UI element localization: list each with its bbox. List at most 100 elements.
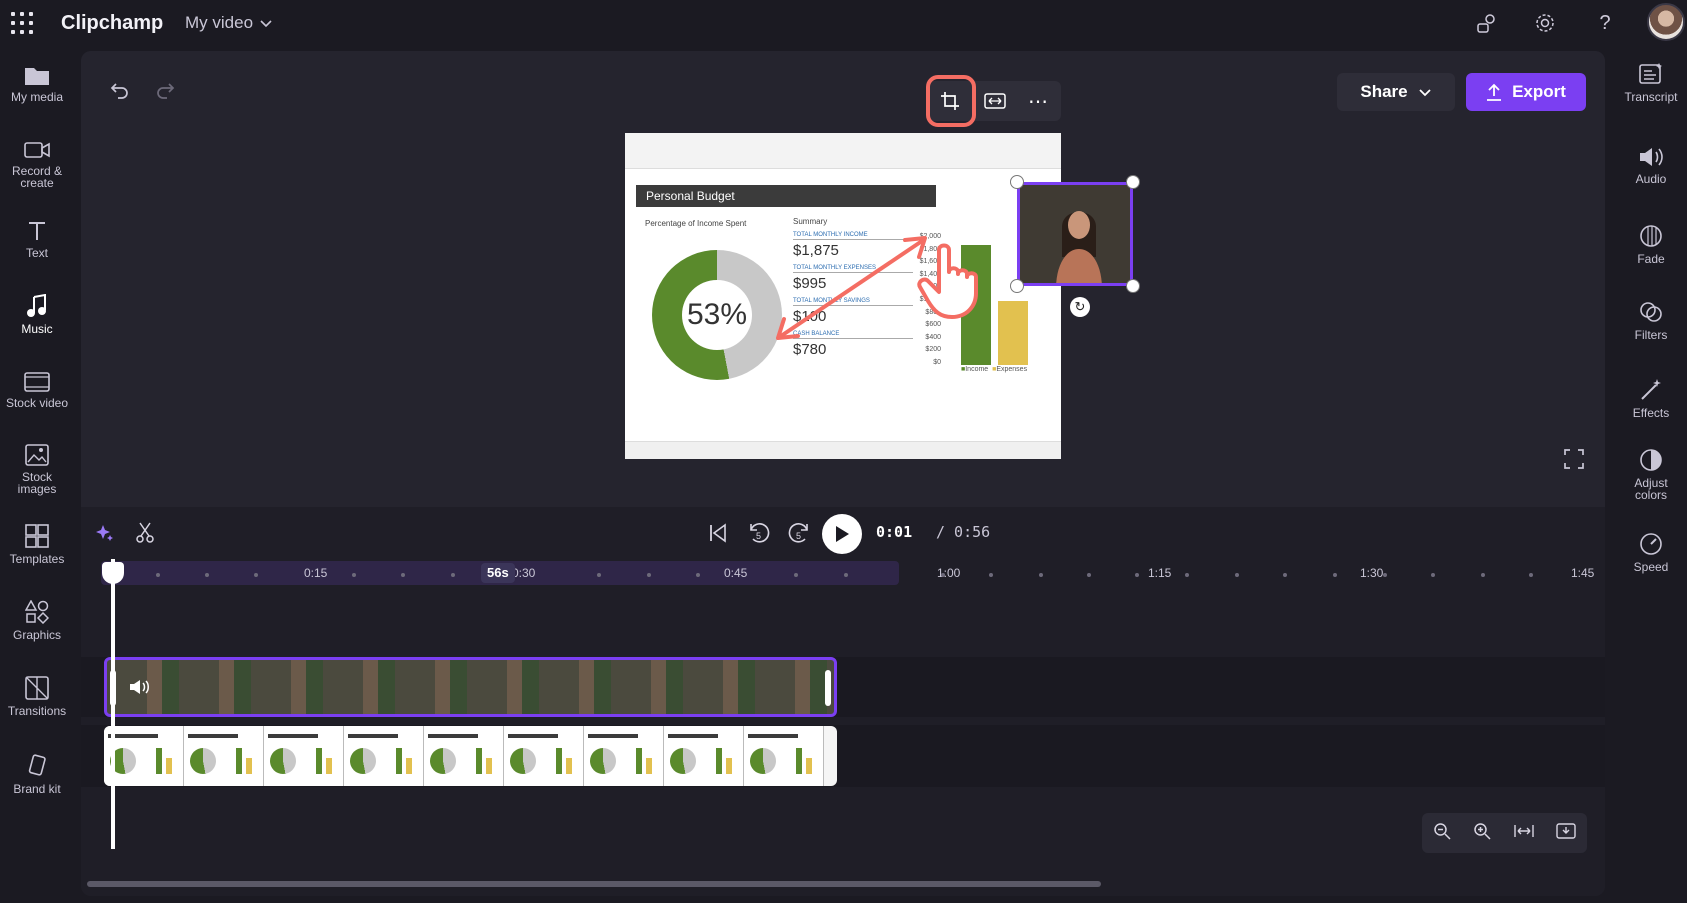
export-button[interactable]: Export (1466, 73, 1586, 111)
fit-button[interactable] (978, 85, 1012, 117)
transitions-icon (25, 676, 49, 700)
fade-icon (1640, 225, 1662, 247)
feedback-icon[interactable] (1474, 10, 1500, 36)
app-name: Clipchamp (61, 12, 164, 34)
settings-gear-icon[interactable] (1532, 10, 1558, 36)
sidebar-item-audio[interactable]: Audio (1614, 146, 1687, 185)
skip-back-icon[interactable] (708, 523, 728, 548)
zoom-in-icon[interactable] (1473, 822, 1491, 845)
play-button[interactable] (822, 514, 862, 554)
video-clip-selected[interactable] (104, 657, 837, 717)
volume-icon[interactable] (129, 678, 149, 701)
sidebar-item-filters[interactable]: Filters (1614, 300, 1687, 341)
user-avatar[interactable] (1647, 3, 1685, 41)
resize-handle-bottom-right[interactable] (1126, 279, 1140, 293)
ruler-dot (647, 573, 651, 577)
crop-button[interactable] (933, 85, 967, 117)
fullscreen-icon[interactable] (1563, 448, 1587, 472)
chevron-down-icon (1418, 89, 1431, 97)
sidebar-item-brand-kit[interactable]: Brand kit (0, 754, 74, 795)
top-bar: Clipchamp My video ? (0, 0, 1687, 48)
playhead-handle[interactable] (102, 562, 124, 584)
axis-tick: $2,000 (919, 233, 941, 240)
spreadsheet-ribbon (625, 133, 1061, 169)
resize-handle-top-right[interactable] (1126, 175, 1140, 189)
help-icon[interactable]: ? (1592, 10, 1618, 36)
sidebar-item-effects[interactable]: Effects (1614, 378, 1687, 419)
play-icon (836, 526, 849, 542)
sidebar-item-label: Transitions (7, 704, 67, 718)
app-launcher-icon[interactable] (11, 12, 33, 34)
sidebar-item-label: Stock images (17, 470, 57, 496)
bar-legend: ■Income ■Expenses (961, 366, 1028, 373)
sidebar-item-stock-video[interactable]: Stock video (0, 372, 74, 409)
ruler-dot (1333, 573, 1337, 577)
ruler-dot (156, 573, 160, 577)
track-height-icon[interactable] (1556, 822, 1576, 844)
fit-icon (984, 93, 1006, 109)
preview-area: ⋯ Share Export Personal Budget Percentag… (81, 51, 1605, 507)
clip-trim-handle-right[interactable] (825, 670, 831, 706)
scissors-split-icon[interactable] (135, 522, 155, 549)
text-icon (29, 222, 45, 240)
templates-icon (25, 524, 49, 548)
sidebar-item-record-create[interactable]: Record & create (0, 140, 74, 189)
sidebar-item-stock-images[interactable]: Stock images (0, 444, 74, 495)
sidebar-item-adjust-colors[interactable]: Adjust colors (1614, 448, 1687, 501)
summary-label: TOTAL MONTHLY INCOME (793, 232, 913, 240)
video-canvas[interactable]: Personal Budget Percentage of Income Spe… (625, 133, 1061, 459)
floating-toolbar: ⋯ (926, 75, 1061, 127)
summary-value: $995 (793, 275, 827, 292)
music-note-icon (27, 294, 46, 317)
summary-value: $1,875 (793, 242, 839, 259)
sidebar-item-fade[interactable]: Fade (1614, 224, 1687, 265)
duration-badge: 56s (481, 563, 515, 583)
fit-timeline-icon[interactable] (1513, 824, 1534, 843)
screen-recording-clip[interactable] (104, 726, 837, 786)
sidebar-item-label: Graphics (12, 628, 62, 642)
rotate-icon[interactable]: ↻ (1070, 297, 1090, 317)
ruler-dot (1383, 573, 1387, 577)
sidebar-item-transitions[interactable]: Transitions (0, 676, 74, 717)
resize-handle-bottom-left[interactable] (1010, 279, 1024, 293)
filters-icon (1640, 302, 1662, 322)
sidebar-item-templates[interactable]: Templates (0, 524, 74, 565)
clip-thumbnail (264, 726, 344, 786)
svg-text:5: 5 (756, 531, 761, 541)
sidebar-item-music[interactable]: Music (0, 294, 74, 335)
rewind-5s-icon[interactable]: 5 (747, 520, 771, 551)
crop-icon (941, 92, 959, 110)
ruler-tick-label: 1:15 (1148, 566, 1172, 580)
share-label: Share (1360, 82, 1408, 101)
playhead[interactable] (111, 559, 115, 849)
sidebar-item-my-media[interactable]: My media (0, 64, 74, 103)
ruler-dot (1039, 573, 1043, 577)
axis-tick: $400 (925, 333, 941, 341)
summary-label: CASH BALANCE (793, 331, 913, 339)
sidebar-item-label: Filters (1634, 328, 1668, 342)
sidebar-item-speed[interactable]: Speed (1614, 532, 1687, 573)
sidebar-item-text[interactable]: Text (0, 220, 74, 259)
more-options-icon[interactable]: ⋯ (1021, 85, 1055, 117)
ruler-tick-label: 1:30 (1360, 566, 1384, 580)
redo-icon[interactable] (152, 77, 178, 103)
sparkle-ai-icon[interactable] (95, 523, 115, 548)
sidebar-item-graphics[interactable]: Graphics (0, 600, 74, 641)
summary-value: $100 (793, 308, 827, 325)
sidebar-item-transcript[interactable]: Transcript (1614, 62, 1687, 103)
resize-handle-top-left[interactable] (1010, 175, 1024, 189)
project-title: My video (185, 13, 254, 32)
pip-video-overlay[interactable] (1017, 182, 1133, 286)
income-bar (961, 245, 991, 365)
ruler-dot (451, 573, 455, 577)
project-title-dropdown[interactable]: My video (185, 13, 273, 33)
timeline-scrollbar[interactable] (87, 881, 1101, 887)
zoom-out-icon[interactable] (1433, 822, 1451, 845)
sheet-tabs (625, 441, 1061, 459)
forward-5s-icon[interactable]: 5 (787, 520, 811, 551)
undo-icon[interactable] (107, 77, 133, 103)
ruler-dot (844, 573, 848, 577)
ruler-dot (1087, 573, 1091, 577)
share-button[interactable]: Share (1337, 73, 1455, 111)
speaker-icon (1640, 148, 1663, 166)
